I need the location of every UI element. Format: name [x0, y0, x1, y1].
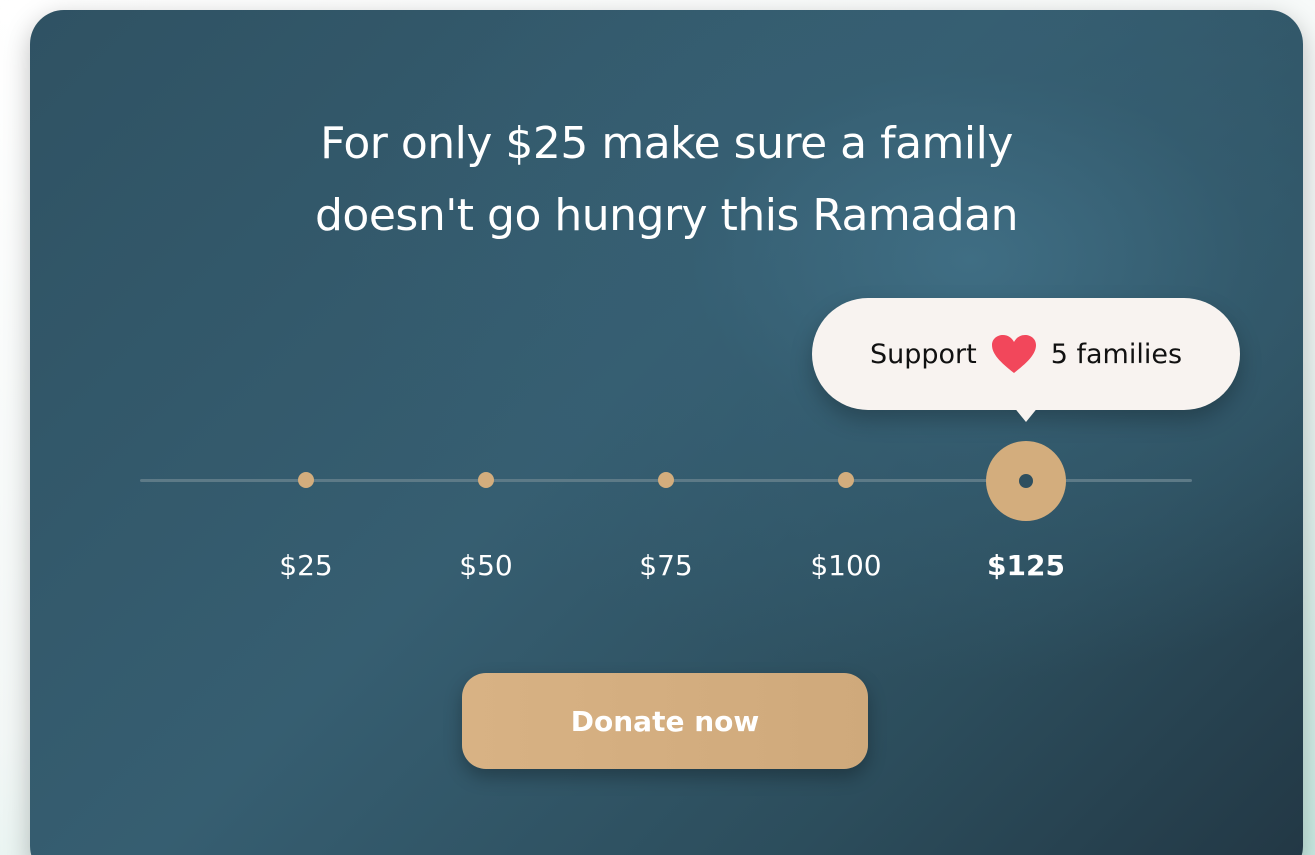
tooltip-suffix: 5 families [1050, 338, 1183, 370]
headline: For only $25 make sure a family doesn't … [30, 108, 1303, 252]
amount-label-50[interactable]: $50 [416, 546, 556, 586]
impact-tooltip: Support 5 families [812, 298, 1240, 410]
slider-handle[interactable] [986, 441, 1066, 521]
donate-button[interactable]: Donate now [462, 673, 868, 769]
headline-line-2: doesn't go hungry this Ramadan [314, 190, 1019, 241]
tooltip-pointer [1013, 406, 1039, 422]
amount-label-125[interactable]: $125 [956, 546, 1096, 586]
amount-label-75[interactable]: $75 [596, 546, 736, 586]
amount-label-25[interactable]: $25 [236, 546, 376, 586]
donation-card: For only $25 make sure a family doesn't … [30, 10, 1303, 855]
slider-step-100[interactable] [838, 472, 854, 488]
slider-step-25[interactable] [298, 472, 314, 488]
tooltip-prefix: Support [869, 338, 977, 370]
slider-step-50[interactable] [478, 472, 494, 488]
heart-icon [991, 335, 1036, 373]
slider-handle-center [1019, 474, 1033, 488]
slider-step-75[interactable] [658, 472, 674, 488]
amount-label-100[interactable]: $100 [776, 546, 916, 586]
headline-line-1: For only $25 make sure a family [320, 118, 1013, 169]
